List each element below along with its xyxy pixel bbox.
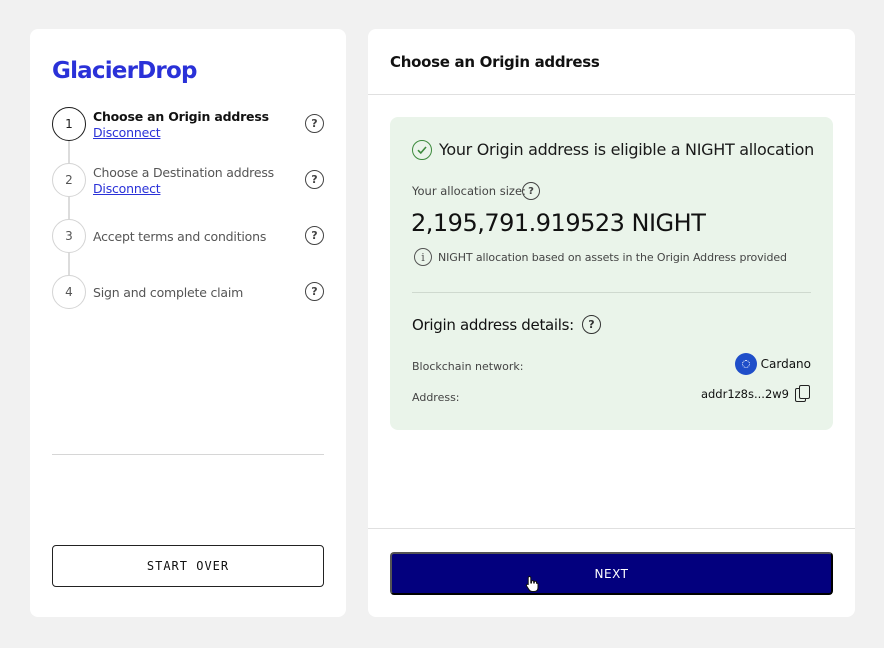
address-value: addr1z8s...2w9 <box>701 385 811 403</box>
footer-divider <box>368 528 855 529</box>
network-value: Cardano <box>734 353 811 375</box>
info-icon: i <box>414 248 432 266</box>
next-label: NEXT <box>594 566 629 581</box>
address-label: Address: <box>412 391 460 404</box>
eligibility-message: Your Origin address is eligible a NIGHT … <box>439 140 814 159</box>
step-4: 4 Sign and complete claim ? <box>52 275 324 331</box>
step-1: 1 Choose an Origin address Disconnect ? <box>52 107 324 163</box>
allocation-label: Your allocation size: <box>412 184 526 198</box>
step-number-circle: 3 <box>52 219 86 253</box>
main-panel: Choose an Origin address Your Origin add… <box>368 29 855 617</box>
step-connector <box>68 253 70 275</box>
step-number-circle: 2 <box>52 163 86 197</box>
step-3: 3 Accept terms and conditions ? <box>52 219 324 275</box>
help-icon[interactable]: ? <box>305 282 324 301</box>
step-label: Sign and complete claim <box>93 285 244 300</box>
help-icon[interactable]: ? <box>305 226 324 245</box>
allocation-value: 2,195,791.919523 NIGHT <box>411 209 706 237</box>
glacierdrop-logo: GlacierDrop <box>52 58 197 84</box>
disconnect-destination-link[interactable]: Disconnect <box>93 181 274 197</box>
step-number-circle: 1 <box>52 107 86 141</box>
page-title: Choose an Origin address <box>390 53 600 71</box>
step-list: 1 Choose an Origin address Disconnect ? … <box>52 107 324 331</box>
sidebar-divider <box>52 454 324 455</box>
hand-cursor-icon <box>525 575 539 592</box>
start-over-button[interactable]: START OVER <box>52 545 324 587</box>
details-title: Origin address details: <box>412 316 574 334</box>
next-button[interactable]: NEXT <box>390 552 833 595</box>
copy-icon[interactable] <box>795 385 811 403</box>
header-divider <box>368 94 855 95</box>
card-divider <box>412 292 811 293</box>
step-2: 2 Choose a Destination address Disconnec… <box>52 163 324 219</box>
cardano-icon <box>734 353 757 375</box>
allocation-info-text: NIGHT allocation based on assets in the … <box>438 251 787 264</box>
network-label: Blockchain network: <box>412 360 524 373</box>
help-icon[interactable]: ? <box>582 315 601 334</box>
step-connector <box>68 141 70 163</box>
help-icon[interactable]: ? <box>305 114 324 133</box>
step-label: Choose an Origin address <box>93 109 269 124</box>
step-number-circle: 4 <box>52 275 86 309</box>
disconnect-origin-link[interactable]: Disconnect <box>93 125 269 141</box>
step-label: Choose a Destination address <box>93 165 274 180</box>
steps-sidebar: GlacierDrop 1 Choose an Origin address D… <box>30 29 346 617</box>
check-circle-icon <box>412 140 432 160</box>
help-icon[interactable]: ? <box>522 182 540 200</box>
help-icon[interactable]: ? <box>305 170 324 189</box>
step-label: Accept terms and conditions <box>93 229 267 244</box>
eligibility-card: Your Origin address is eligible a NIGHT … <box>390 117 833 430</box>
step-connector <box>68 197 70 219</box>
network-name: Cardano <box>760 357 811 371</box>
address-text: addr1z8s...2w9 <box>700 387 789 401</box>
